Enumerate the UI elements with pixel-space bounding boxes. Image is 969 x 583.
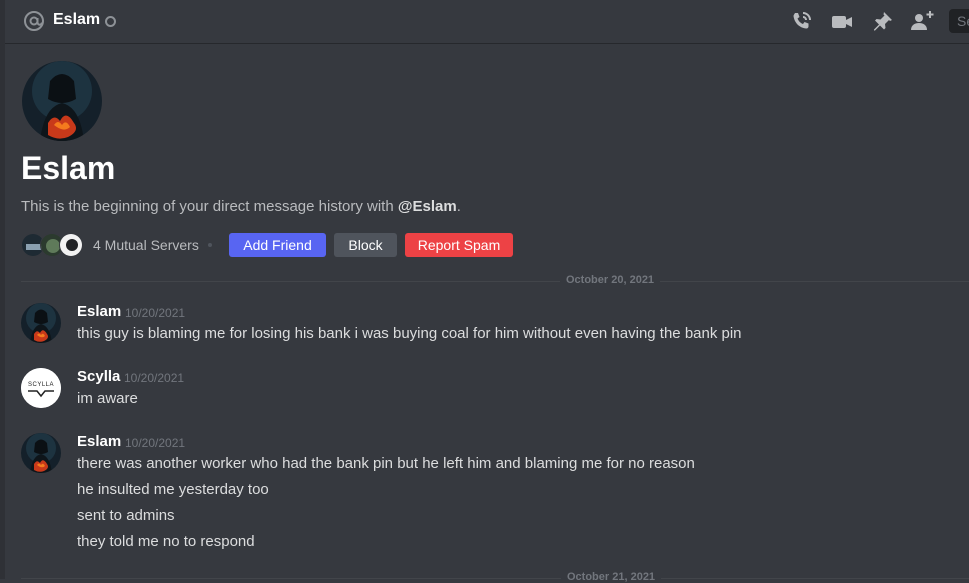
message-content: this guy is blaming me for losing his ba… <box>77 325 742 342</box>
separator-dot <box>208 243 212 247</box>
add-friend-button[interactable]: Add Friend <box>229 233 326 257</box>
call-icon[interactable] <box>789 10 813 34</box>
pin-icon[interactable] <box>870 10 894 34</box>
channel-title: Eslam <box>53 11 101 28</box>
search-input[interactable]: Se <box>949 9 969 33</box>
message-content: im aware <box>77 390 138 407</box>
block-button[interactable]: Block <box>334 233 397 257</box>
profile-name: Eslam <box>21 150 116 186</box>
message-content: there was another worker who had the ban… <box>77 455 695 472</box>
message-content: they told me no to respond <box>77 533 255 550</box>
channel-header: Eslam Se <box>5 0 969 44</box>
message-timestamp: 10/20/2021 <box>125 436 186 450</box>
message-timestamp: 10/20/2021 <box>124 371 185 385</box>
message-author[interactable]: Scylla <box>77 368 120 385</box>
profile-avatar[interactable] <box>22 61 102 141</box>
message-timestamp: 10/20/2021 <box>125 306 186 320</box>
add-member-icon[interactable] <box>910 10 934 34</box>
mutual-servers-label[interactable]: 4 Mutual Servers <box>93 237 199 253</box>
report-spam-button[interactable]: Report Spam <box>405 233 513 257</box>
at-icon <box>24 11 44 31</box>
message-author[interactable]: Eslam <box>77 433 121 450</box>
server-icon <box>59 233 83 257</box>
status-offline-icon <box>105 16 116 27</box>
avatar[interactable] <box>21 303 61 343</box>
video-icon[interactable] <box>830 10 854 34</box>
avatar[interactable] <box>21 433 61 473</box>
svg-text:SCYLLA: SCYLLA <box>28 382 54 388</box>
date-divider-label: October 21, 2021 <box>561 571 662 583</box>
message-author[interactable]: Eslam <box>77 303 121 320</box>
avatar[interactable]: SCYLLA <box>21 368 61 408</box>
date-divider-label: October 20, 2021 <box>560 274 661 286</box>
message-content: sent to admins <box>77 507 175 524</box>
user-mention[interactable]: @Eslam <box>398 198 457 215</box>
date-divider <box>21 281 969 282</box>
intro-description: This is the beginning of your direct mes… <box>21 198 461 215</box>
sidebar-edge <box>0 0 5 579</box>
message-content: he insulted me yesterday too <box>77 481 269 498</box>
